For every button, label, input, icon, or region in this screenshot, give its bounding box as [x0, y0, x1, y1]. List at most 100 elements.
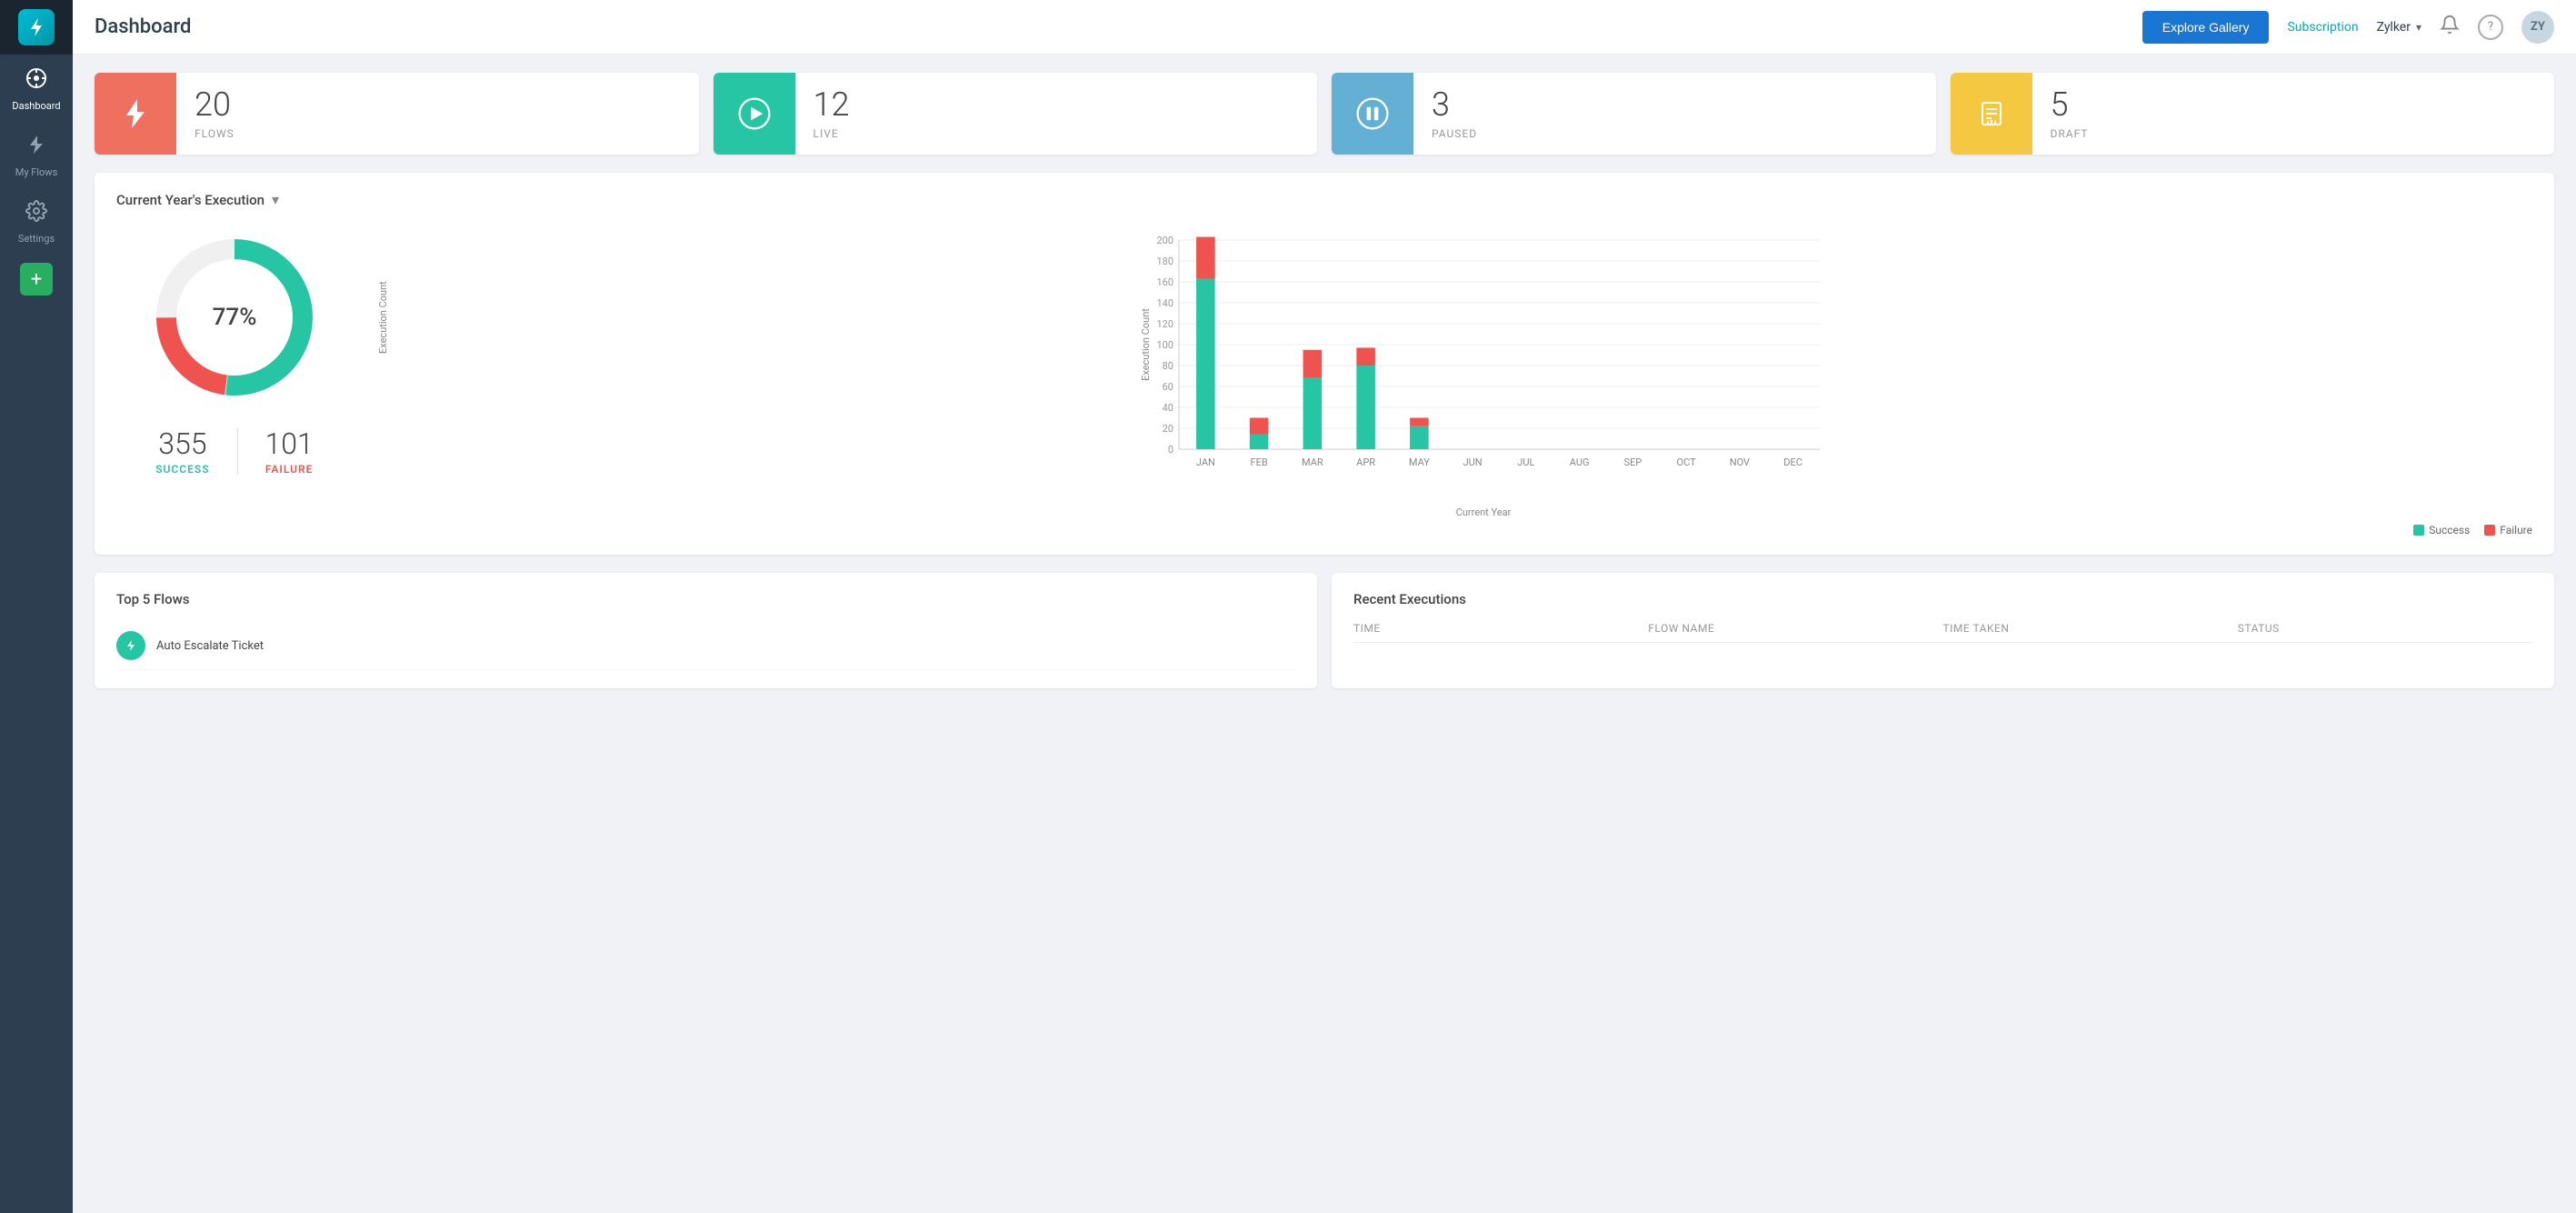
svg-text:MAR: MAR — [1302, 456, 1323, 468]
stats-row: 20 FLOWS 12 LIVE — [95, 73, 2554, 155]
sidebar-item-my-flows[interactable]: My Flows — [0, 121, 73, 187]
header-actions: Explore Gallery Subscription Zylker ▾ ? … — [2142, 11, 2554, 44]
sidebar-item-label-settings: Settings — [18, 233, 55, 245]
recent-executions-title: Recent Executions — [1353, 591, 2532, 607]
svg-text:OCT: OCT — [1677, 456, 1697, 468]
paused-icon-box — [1332, 73, 1413, 155]
donut-stats: 355 SUCCESS 101 FAILURE — [155, 426, 314, 476]
execution-body: 77% 355 SUCCESS 101 FAILURE — [116, 226, 2532, 536]
main-content: Dashboard Explore Gallery Subscription Z… — [73, 0, 2576, 1213]
sidebar-item-label-flows: My Flows — [15, 166, 58, 178]
page-title: Dashboard — [95, 15, 2142, 38]
avatar[interactable]: ZY — [2521, 11, 2554, 44]
failure-label: FAILURE — [265, 463, 314, 476]
subscription-link[interactable]: Subscription — [2287, 20, 2358, 35]
svg-text:60: 60 — [1163, 381, 1173, 393]
svg-text:AUG: AUG — [1570, 456, 1590, 468]
col-flow-name: Flow Name — [1648, 622, 1942, 635]
svg-text:SEP: SEP — [1624, 456, 1642, 468]
paused-count: 3 — [1432, 87, 1918, 124]
col-status: Status — [2238, 622, 2532, 635]
help-icon[interactable]: ? — [2478, 15, 2503, 40]
svg-text:APR: APR — [1356, 456, 1375, 468]
stat-card-live: 12 LIVE — [714, 73, 1318, 155]
app-logo-icon[interactable] — [18, 9, 55, 45]
x-axis-label: Current Year — [434, 506, 2532, 518]
draft-icon-box — [1951, 73, 2032, 155]
svg-text:20: 20 — [1163, 423, 1173, 435]
svg-text:JUL: JUL — [1517, 456, 1534, 468]
draft-count: 5 — [2051, 87, 2537, 124]
chart-legend: Success Failure — [389, 524, 2532, 536]
svg-text:Execution Count: Execution Count — [1140, 308, 1152, 381]
svg-text:FEB: FEB — [1251, 456, 1268, 468]
sidebar: Dashboard My Flows Settings + — [0, 0, 73, 1213]
legend-success-dot — [2413, 525, 2424, 536]
svg-text:80: 80 — [1163, 360, 1173, 372]
my-flows-icon — [25, 134, 47, 161]
svg-text:160: 160 — [1156, 276, 1173, 288]
draft-label: DRAFT — [2051, 127, 2537, 140]
top-flows-title: Top 5 Flows — [116, 591, 1295, 607]
execution-section: Current Year's Execution ▾ — [95, 173, 2554, 555]
svg-text:180: 180 — [1156, 256, 1173, 267]
flows-stat-info: 20 FLOWS — [176, 87, 699, 140]
header: Dashboard Explore Gallery Subscription Z… — [73, 0, 2576, 55]
live-count: 12 — [814, 87, 1300, 124]
content-area: 20 FLOWS 12 LIVE — [73, 55, 2576, 1213]
stat-card-paused: 3 PAUSED — [1332, 73, 1936, 155]
explore-gallery-button[interactable]: Explore Gallery — [2142, 11, 2270, 44]
settings-icon — [25, 200, 47, 227]
legend-failure-dot — [2484, 525, 2495, 536]
flows-icon-box — [95, 73, 176, 155]
svg-text:40: 40 — [1163, 402, 1173, 414]
legend-failure: Failure — [2484, 524, 2532, 536]
col-time-taken: Time Taken — [1943, 622, 2238, 635]
failure-count: 101 — [265, 426, 314, 461]
paused-stat-info: 3 PAUSED — [1413, 87, 1936, 140]
stats-divider — [237, 428, 238, 474]
donut-percent-label: 77% — [213, 304, 257, 331]
success-stat: 355 SUCCESS — [155, 426, 209, 476]
section-header: Current Year's Execution ▾ — [116, 191, 2532, 208]
failure-stat: 101 FAILURE — [265, 426, 314, 476]
section-title: Current Year's Execution — [116, 192, 265, 208]
sidebar-logo — [0, 0, 73, 55]
live-label: LIVE — [814, 127, 1300, 140]
list-item[interactable]: Auto Escalate Ticket — [116, 622, 1295, 670]
bottom-row: Top 5 Flows Auto Escalate Ticket Recent … — [95, 573, 2554, 688]
user-menu[interactable]: Zylker ▾ — [2377, 20, 2421, 35]
svg-text:120: 120 — [1156, 318, 1173, 330]
svg-text:JUN: JUN — [1463, 456, 1483, 468]
draft-stat-info: 5 DRAFT — [2032, 87, 2555, 140]
add-flow-button[interactable]: + — [20, 263, 53, 296]
sidebar-item-settings[interactable]: Settings — [0, 187, 73, 254]
svg-text:200: 200 — [1156, 235, 1173, 246]
live-stat-info: 12 LIVE — [795, 87, 1318, 140]
svg-text:DEC: DEC — [1783, 456, 1802, 468]
svg-text:100: 100 — [1156, 339, 1173, 351]
user-name: Zylker — [2377, 20, 2411, 35]
bar-chart-section: Execution Count 020406080100120140160180… — [389, 226, 2532, 536]
notification-bell-icon[interactable] — [2440, 15, 2460, 39]
user-chevron-icon: ▾ — [2416, 21, 2421, 34]
flow-icon — [116, 631, 145, 660]
flow-name: Auto Escalate Ticket — [156, 639, 1295, 653]
sidebar-item-label-dashboard: Dashboard — [12, 100, 60, 112]
top-flows-card: Top 5 Flows Auto Escalate Ticket — [95, 573, 1317, 688]
sidebar-item-dashboard[interactable]: Dashboard — [0, 55, 73, 121]
svg-text:MAY: MAY — [1409, 456, 1430, 468]
recent-executions-card: Recent Executions Time Flow Name Time Ta… — [1332, 573, 2554, 688]
svg-text:140: 140 — [1156, 297, 1173, 309]
section-collapse-icon[interactable]: ▾ — [272, 191, 279, 208]
y-axis-label: Execution Count — [377, 281, 389, 354]
executions-table-header: Time Flow Name Time Taken Status — [1353, 622, 2532, 643]
dashboard-icon — [25, 67, 47, 95]
svg-text:NOV: NOV — [1730, 456, 1750, 468]
bar-chart-svg: 020406080100120140160180200JANFEBMARAPRM… — [434, 226, 2532, 499]
stat-card-flows: 20 FLOWS — [95, 73, 699, 155]
live-icon-box — [714, 73, 795, 155]
svg-text:JAN: JAN — [1196, 456, 1215, 468]
success-label: SUCCESS — [155, 463, 209, 476]
donut-chart: 77% — [144, 226, 325, 408]
